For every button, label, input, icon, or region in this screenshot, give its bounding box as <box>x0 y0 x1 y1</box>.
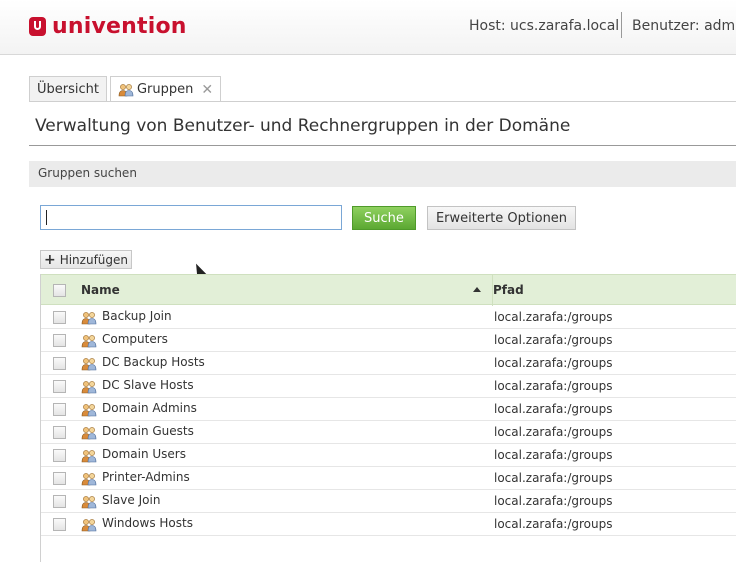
group-icon <box>118 83 134 96</box>
search-button[interactable]: Suche <box>352 206 416 230</box>
tab-overview[interactable]: Übersicht <box>29 76 107 101</box>
table-row[interactable]: Domain Admins local.zarafa:/groups <box>41 398 736 421</box>
tab-divider <box>29 101 736 102</box>
group-name[interactable]: Domain Guests <box>102 424 194 438</box>
group-name[interactable]: Slave Join <box>102 493 160 507</box>
group-name[interactable]: DC Slave Hosts <box>102 378 194 392</box>
user-menu[interactable]: Benutzer: admin <box>632 18 736 34</box>
row-checkbox[interactable] <box>53 403 66 416</box>
group-path: local.zarafa:/groups <box>494 379 613 393</box>
univention-logo[interactable]: univention <box>29 14 187 39</box>
table-row[interactable]: Printer-Admins local.zarafa:/groups <box>41 467 736 490</box>
tab-overview-label: Übersicht <box>37 81 99 97</box>
group-path: local.zarafa:/groups <box>494 471 613 485</box>
plus-icon: + <box>43 251 56 268</box>
group-icon <box>81 448 97 463</box>
group-icon <box>81 425 97 440</box>
grid-header: Name Pfad <box>41 274 736 306</box>
groups-grid: Name Pfad Backup Join local.zarafa:/group… <box>40 274 736 562</box>
group-icon <box>81 379 97 394</box>
tab-groups[interactable]: Gruppen ✕ <box>109 76 222 102</box>
group-icon <box>81 402 97 417</box>
group-name[interactable]: Backup Join <box>102 309 172 323</box>
table-row[interactable]: Backup Join local.zarafa:/groups <box>41 306 736 329</box>
advanced-options-button[interactable]: Erweiterte Optionen <box>427 206 576 230</box>
text-caret <box>46 210 47 225</box>
search-section-header: Gruppen suchen <box>29 161 736 187</box>
row-checkbox[interactable] <box>53 380 66 393</box>
sort-ascending-icon[interactable] <box>473 287 481 292</box>
table-row[interactable]: Slave Join local.zarafa:/groups <box>41 490 736 513</box>
group-path: local.zarafa:/groups <box>494 425 613 439</box>
brand-name: univention <box>52 14 187 39</box>
group-icon <box>81 333 97 348</box>
row-checkbox[interactable] <box>53 449 66 462</box>
group-path: local.zarafa:/groups <box>494 402 613 416</box>
add-button-label: Hinzufügen <box>59 252 129 267</box>
row-checkbox[interactable] <box>53 426 66 439</box>
module-tabs: Übersicht Gruppen ✕ <box>29 76 224 102</box>
group-name[interactable]: Windows Hosts <box>102 516 193 530</box>
column-header-path[interactable]: Pfad <box>493 283 524 297</box>
select-all-checkbox[interactable] <box>53 284 66 297</box>
group-path: local.zarafa:/groups <box>494 333 613 347</box>
group-icon <box>81 517 97 532</box>
group-icon <box>81 471 97 486</box>
top-bar: univention Host: ucs.zarafa.local Benutz… <box>0 0 736 55</box>
group-icon <box>81 310 97 325</box>
table-row[interactable]: Domain Users local.zarafa:/groups <box>41 444 736 467</box>
column-header-name[interactable]: Name <box>81 283 120 297</box>
host-label: Host: ucs.zarafa.local <box>469 18 620 34</box>
group-path: local.zarafa:/groups <box>494 356 613 370</box>
page-title: Verwaltung von Benutzer- und Rechnergrup… <box>35 116 571 136</box>
row-checkbox[interactable] <box>53 357 66 370</box>
search-section-title: Gruppen suchen <box>38 166 137 180</box>
table-row[interactable]: DC Slave Hosts local.zarafa:/groups <box>41 375 736 398</box>
row-checkbox[interactable] <box>53 334 66 347</box>
group-name[interactable]: Printer-Admins <box>102 470 190 484</box>
group-icon <box>81 494 97 509</box>
univention-logo-icon <box>29 17 46 36</box>
group-icon <box>81 356 97 371</box>
title-divider <box>29 145 736 146</box>
add-button[interactable]: + Hinzufügen <box>40 250 132 269</box>
row-checkbox[interactable] <box>53 311 66 324</box>
group-path: local.zarafa:/groups <box>494 448 613 462</box>
group-path: local.zarafa:/groups <box>494 310 613 324</box>
tab-groups-label: Gruppen <box>136 82 194 97</box>
table-row[interactable]: Windows Hosts local.zarafa:/groups <box>41 513 736 536</box>
row-checkbox[interactable] <box>53 495 66 508</box>
row-checkbox[interactable] <box>53 472 66 485</box>
group-path: local.zarafa:/groups <box>494 494 613 508</box>
table-row[interactable]: DC Backup Hosts local.zarafa:/groups <box>41 352 736 375</box>
table-row[interactable]: Computers local.zarafa:/groups <box>41 329 736 352</box>
search-input[interactable] <box>40 205 342 230</box>
group-name[interactable]: Domain Admins <box>102 401 197 415</box>
table-row[interactable]: Domain Guests local.zarafa:/groups <box>41 421 736 444</box>
group-path: local.zarafa:/groups <box>494 517 613 531</box>
row-checkbox[interactable] <box>53 518 66 531</box>
group-name[interactable]: Computers <box>102 332 168 346</box>
header-divider <box>621 12 622 38</box>
group-name[interactable]: Domain Users <box>102 447 186 461</box>
group-name[interactable]: DC Backup Hosts <box>102 355 205 369</box>
close-icon[interactable]: ✕ <box>201 82 213 98</box>
